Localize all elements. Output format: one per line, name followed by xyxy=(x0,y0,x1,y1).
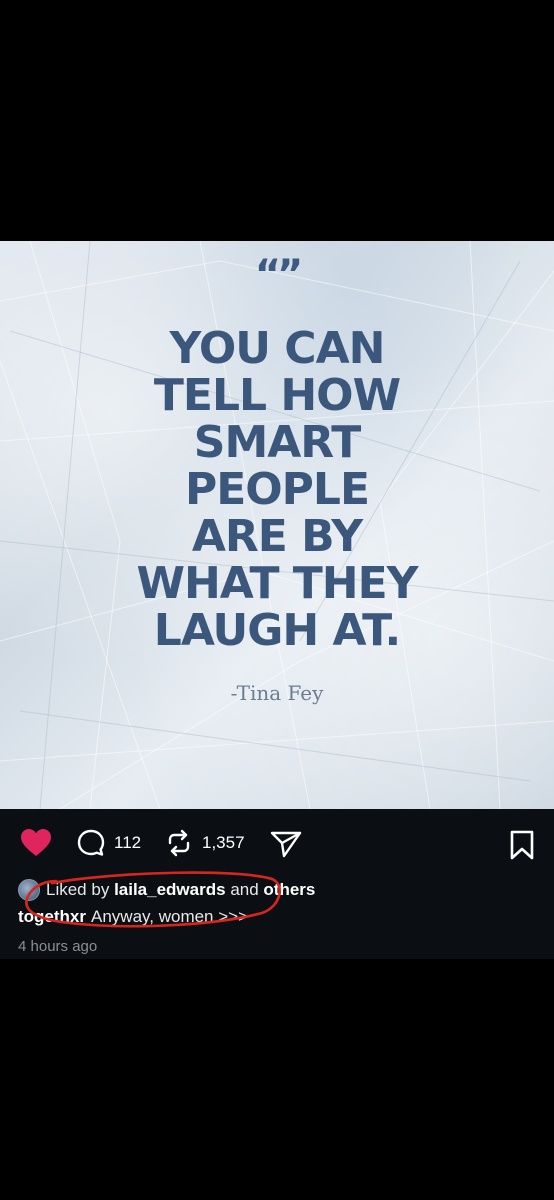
liked-by-prefix: Liked by xyxy=(46,880,110,899)
liked-by-row: Liked by laila_edwards and others xyxy=(18,879,315,901)
bookmark-icon xyxy=(510,830,534,860)
bottom-letterbox xyxy=(0,959,554,1200)
quote-line: TELL HOW xyxy=(153,370,401,421)
quote-line: LAUGH AT. xyxy=(153,605,401,656)
repost-count: 1,357 xyxy=(202,833,245,852)
quote-line: YOU CAN xyxy=(169,323,386,374)
post-image[interactable]: “” YOU CAN TELL HOW SMART PEOPLE ARE BY … xyxy=(0,241,554,809)
quote-text: YOU CAN TELL HOW SMART PEOPLE ARE BY WHA… xyxy=(0,325,554,654)
action-bar: 112 1,357 xyxy=(0,825,554,865)
comment-button[interactable]: 112 xyxy=(76,828,141,858)
quote-line: WHAT THEY xyxy=(136,558,418,609)
quote-line: SMART xyxy=(193,417,361,468)
caption-text: Anyway, women >>> xyxy=(91,907,249,926)
liked-by-others-link[interactable]: others xyxy=(263,880,315,900)
repost-button[interactable]: 1,357 xyxy=(164,828,245,858)
quote-author: -Tina Fey xyxy=(230,681,324,705)
save-button[interactable] xyxy=(509,830,535,860)
post-footer: 112 1,357 Liked by laila_edwards and oth… xyxy=(0,809,554,959)
caption: togethxr Anyway, women >>> xyxy=(18,907,248,927)
avatar[interactable] xyxy=(18,879,40,901)
comment-bubble-icon xyxy=(77,829,105,856)
liked-by-and: and xyxy=(230,880,259,899)
quote-marks: “” xyxy=(254,252,304,298)
heart-filled-icon xyxy=(21,829,51,856)
comment-count: 112 xyxy=(114,833,142,852)
top-letterbox xyxy=(0,0,554,241)
caption-username-link[interactable]: togethxr xyxy=(18,907,86,926)
quote-line: PEOPLE xyxy=(184,464,370,515)
paper-plane-icon xyxy=(270,831,302,858)
quote-line: ARE BY xyxy=(191,511,363,562)
share-button[interactable] xyxy=(270,830,302,858)
like-button[interactable] xyxy=(20,828,52,858)
post-timestamp: 4 hours ago xyxy=(18,938,98,955)
repost-arrows-icon xyxy=(168,829,190,857)
liked-by-user-link[interactable]: laila_edwards xyxy=(114,880,226,900)
